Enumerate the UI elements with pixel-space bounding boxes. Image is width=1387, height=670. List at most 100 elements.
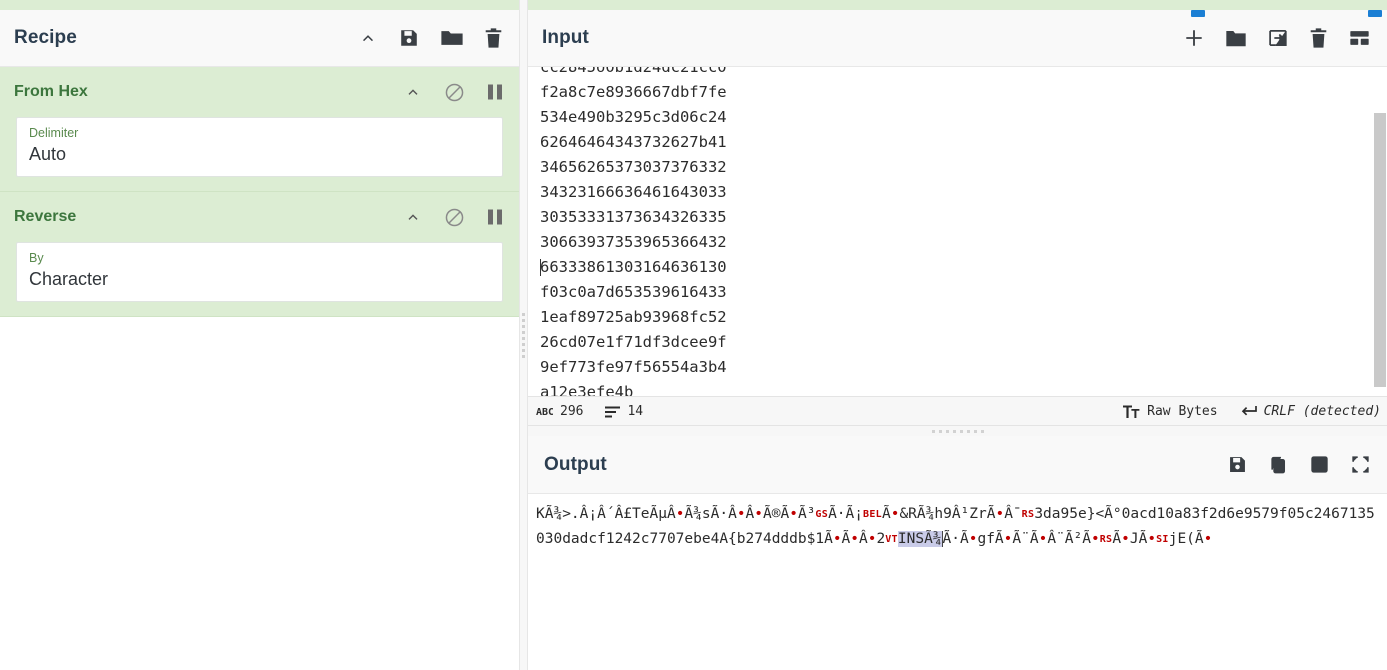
maximise-output-icon[interactable] (1350, 454, 1371, 475)
output-text-span: • (754, 506, 764, 522)
cyberchef-app: Recipe From Hex Delimiter Auto Reverse B… (0, 0, 1387, 670)
replace-input-with-output-icon[interactable] (1309, 454, 1330, 475)
operation-collapse-icon[interactable] (404, 208, 422, 226)
ingredient-by[interactable]: By Character (16, 242, 503, 302)
operation-title: Reverse (14, 208, 77, 225)
input-tab-indicator[interactable] (1191, 10, 1205, 17)
control-character: RS (1021, 509, 1035, 520)
scrollbar-thumb[interactable] (1374, 113, 1386, 387)
input-line[interactable]: 534e490b3295c3d06c24 (540, 105, 1373, 130)
input-encoding-status[interactable]: Raw Bytes (1123, 403, 1218, 419)
recipe-operation-from-hex[interactable]: From Hex Delimiter Auto (0, 67, 519, 192)
input-line[interactable]: 26cd07e1f71df3dcee9f (540, 330, 1373, 355)
input-editor[interactable]: cc2845o0b1d24dc21cc0 f2a8c7e8936667dbf7fe… (528, 67, 1387, 396)
recipe-io-splitter[interactable] (519, 0, 528, 670)
clear-recipe-icon[interactable] (484, 27, 503, 49)
output-text-span: Ã·Ã¡ (828, 506, 863, 522)
recipe-pane: Recipe From Hex Delimiter Auto Reverse B… (0, 0, 519, 670)
save-output-icon[interactable] (1227, 454, 1248, 475)
ingredient-value[interactable]: Character (29, 266, 490, 292)
input-tab-indicator[interactable] (1368, 10, 1382, 17)
text-caret (540, 259, 541, 276)
operation-collapse-icon[interactable] (404, 83, 422, 101)
open-file-as-input-icon[interactable] (1267, 27, 1289, 49)
operation-title: From Hex (14, 83, 88, 100)
operation-breakpoint-icon[interactable] (487, 83, 503, 101)
output-text-span: Ã¾sÃ·Â (684, 506, 737, 522)
operation-controls (404, 82, 503, 103)
output-text-area[interactable]: KÃ¾>.Â¡Â´Â£TeÃµÂ•Ã¾sÃ·Â•Â•Ã®Ã•Ã³GSÃ·Ã¡BE… (528, 494, 1387, 670)
output-text-span: Ã¨Ã (1012, 531, 1039, 547)
operation-disable-icon[interactable] (444, 207, 465, 228)
input-text-area[interactable]: cc2845o0b1d24dc21cc0 f2a8c7e8936667dbf7fe… (528, 67, 1373, 396)
input-line[interactable]: 30663937353965366432 (540, 230, 1373, 255)
input-eol-status[interactable]: CRLF (detected) (1240, 404, 1381, 419)
collapse-chevron-up-icon[interactable] (358, 28, 378, 48)
control-character: VT (885, 534, 898, 545)
input-line[interactable]: 34656265373037376332 (540, 155, 1373, 180)
output-toolbar (1227, 454, 1371, 475)
input-line[interactable]: 62646464343732627b41 (540, 130, 1373, 155)
output-text-span: Ã·Ã (942, 531, 969, 547)
input-line[interactable]: 30353331373634326335 (540, 205, 1373, 230)
save-recipe-icon[interactable] (398, 27, 420, 49)
load-recipe-icon[interactable] (440, 27, 464, 49)
output-text-span: JÃ (1129, 531, 1148, 547)
input-encoding-value: Raw Bytes (1147, 403, 1218, 419)
input-tab-strip (528, 10, 1387, 20)
control-character: BEL (863, 509, 882, 520)
recipe-operation-list[interactable]: From Hex Delimiter Auto Reverse By Chara… (0, 67, 519, 670)
operation-breakpoint-icon[interactable] (487, 208, 503, 226)
input-line[interactable]: f2a8c7e8936667dbf7fe (540, 80, 1373, 105)
output-text-span: &RÃ¾h9Â¹ZrÃ (899, 506, 996, 522)
output-pane-title: Output (544, 453, 607, 475)
input-line[interactable]: 9ef773fe97f56554a3b4 (540, 355, 1373, 380)
operation-disable-icon[interactable] (444, 82, 465, 103)
output-text-span: • (995, 506, 1005, 522)
copy-output-icon[interactable] (1268, 454, 1289, 475)
output-text-span: • (789, 506, 798, 522)
output-text-span: 3da95e} (1034, 506, 1096, 522)
ingredient-delimiter[interactable]: Delimiter Auto (16, 117, 503, 177)
recipe-pane-title: Recipe (14, 27, 77, 48)
output-text-span: • (1091, 531, 1100, 547)
input-line[interactable]: 1eaf89725ab93968fc52 (540, 305, 1373, 330)
input-length-status: ABC 296 (536, 404, 583, 419)
operation-header: Reverse (0, 192, 519, 242)
output-text-span: • (1203, 531, 1213, 547)
font-encoding-icon (1123, 404, 1140, 419)
output-text-span: Â (745, 506, 755, 522)
output-text-span: Ã³ (797, 506, 816, 522)
splitter-grip (522, 312, 525, 358)
output-selection: INSÃ¾ (897, 531, 943, 547)
input-line[interactable]: a12e3efe4b (540, 380, 1373, 396)
output-text-span: • (1121, 531, 1130, 547)
output-text-span: Ã®Ã (763, 506, 790, 522)
svg-text:ABC: ABC (536, 407, 553, 418)
input-line[interactable]: 34323166636461643033 (540, 180, 1373, 205)
input-line[interactable]: f03c0a7d653539616433 (540, 280, 1373, 305)
open-folder-as-input-icon[interactable] (1225, 27, 1247, 49)
input-output-splitter[interactable] (528, 426, 1387, 436)
output-text-span: jE(Ã (1168, 531, 1204, 547)
clear-input-icon[interactable] (1309, 27, 1328, 49)
input-line[interactable]: 66333861303164636130 (540, 255, 1373, 280)
input-title-bar: Input (528, 0, 1387, 67)
control-character: GS (815, 509, 829, 520)
operation-controls (404, 207, 503, 228)
output-text-span: • (736, 506, 746, 522)
line-ending-icon (1240, 404, 1257, 418)
output-section: Output KÃ¾>.Â¡Â´Â£TeÃµÂ•Ã¾sÃ·Â•Â•Ã®Ã•Ã³G… (528, 436, 1387, 670)
output-text-span: Ã (881, 506, 891, 522)
splitter-grip (931, 429, 984, 433)
input-vertical-scrollbar[interactable] (1373, 67, 1387, 396)
reset-pane-layout-icon[interactable] (1348, 27, 1371, 49)
add-input-tab-icon[interactable] (1183, 27, 1205, 49)
recipe-toolbar (358, 27, 503, 49)
ingredient-value[interactable]: Auto (29, 141, 490, 167)
input-line[interactable]: cc2845o0b1d24dc21cc0 (540, 67, 1373, 80)
output-text-span: • (1147, 531, 1157, 547)
recipe-operation-reverse[interactable]: Reverse By Character (0, 192, 519, 317)
control-character: SI (1156, 534, 1169, 545)
output-title-bar: Output (528, 436, 1387, 494)
